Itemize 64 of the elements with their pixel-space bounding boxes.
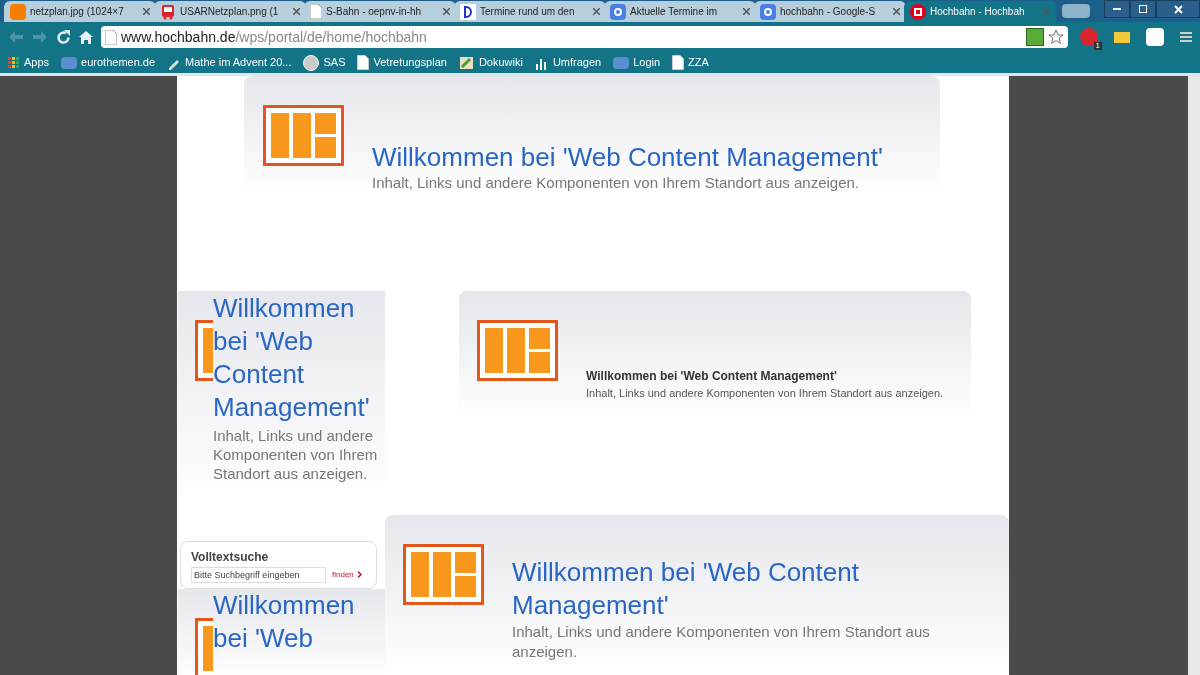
logo-icon <box>403 543 484 605</box>
star-icon[interactable] <box>1048 29 1064 45</box>
reload-icon[interactable] <box>56 29 71 45</box>
bus-icon <box>160 3 176 20</box>
close-icon[interactable] <box>893 8 900 15</box>
bookmark[interactable]: Login <box>613 54 661 71</box>
close-icon <box>1173 4 1183 14</box>
close-icon[interactable] <box>443 8 450 15</box>
bookmark[interactable]: Dokuwiki <box>458 54 523 71</box>
restore-button[interactable] <box>1130 0 1156 18</box>
chevron-icon <box>356 571 362 578</box>
close-icon[interactable] <box>593 8 600 15</box>
portlet-title: Willkommen bei 'Web Content Management' <box>372 142 883 172</box>
bookmark[interactable]: SAS <box>303 54 346 71</box>
document-icon <box>310 4 322 19</box>
document-icon <box>672 55 685 70</box>
bookmark[interactable]: Umfragen <box>534 54 602 71</box>
close-icon[interactable] <box>743 8 750 15</box>
browser-tab[interactable]: hochbahn - Google-S <box>754 1 906 22</box>
search-field[interactable]: Bitte Suchbegriff eingeben <box>191 566 326 583</box>
portlet-title: Willkommen bei 'Web <box>213 588 356 655</box>
browser-tab[interactable]: netzplan.jpg (1024×7 <box>4 1 156 22</box>
bookmark[interactable]: eurothemen.de <box>61 54 156 71</box>
logo-icon <box>263 105 344 166</box>
search-title: Volltextsuche <box>191 548 270 566</box>
address-bar[interactable]: www.hochbahn.de/wps/portal/de/home/hochbahn <box>101 26 1068 48</box>
portlet-description: Inhalt, Links und andere Komponenten von Ihrem Standort aus anzeigen. <box>512 621 931 662</box>
close-icon[interactable] <box>293 8 300 15</box>
browser-tab[interactable]: S-Bahn - oepnv-in-hh <box>304 1 456 22</box>
wiki-icon <box>458 54 475 71</box>
portlet-title: Willkommen bei 'Web Content Management' <box>512 555 860 622</box>
bookmark[interactable]: ZZA <box>672 54 709 71</box>
document-icon <box>357 55 370 70</box>
tab-title: S-Bahn - oepnv-in-hh <box>326 5 422 19</box>
minimize-button[interactable] <box>1104 0 1130 18</box>
browser-tab[interactable]: Termine rund um den <box>454 1 606 22</box>
portlet-title: Willkommen bei 'Web Content Management' <box>213 291 371 424</box>
portlet-description: Inhalt, Links und andere Komponenten von Ihrem Standort aus anzeigen. <box>213 425 379 483</box>
browser-tab[interactable]: Aktuelle Termine im <box>604 1 756 22</box>
tab-title: Termine rund um den <box>480 5 575 19</box>
portlet-title: Willkommen bei 'Web Content Management' <box>586 367 838 385</box>
tab-title: hochbahn - Google-S <box>780 5 876 19</box>
extension-badge: 1 <box>1093 42 1102 50</box>
tab-title: Aktuelle Termine im <box>630 5 718 19</box>
find-link[interactable]: finden <box>332 568 354 581</box>
tab-title: netzplan.jpg (1024×7 <box>30 5 124 19</box>
browser-tab[interactable]: USARNetzplan.png (1 <box>154 1 306 22</box>
close-icon[interactable] <box>143 8 150 15</box>
menu-icon[interactable] <box>1180 31 1192 43</box>
apps-icon <box>8 56 20 69</box>
portlet-description: Inhalt, Links und andere Komponenten von Ihrem Standort aus anzeigen. <box>372 173 860 193</box>
home-icon[interactable] <box>79 30 93 44</box>
document-icon <box>105 29 117 45</box>
bookmark[interactable]: Vetretungsplan <box>357 54 447 71</box>
tab-title: USARNetzplan.png (1 <box>180 5 279 19</box>
url-text: www.hochbahn.de/wps/portal/de/home/hochbahn <box>121 27 427 47</box>
portlet-description: Inhalt, Links und andere Komponenten von Ihrem Standort aus anzeigen. <box>586 385 944 401</box>
tab-title: Hochbahn - Hochbah <box>930 5 1025 19</box>
bookmark[interactable]: Apps <box>8 54 50 71</box>
browser-tab[interactable]: Hochbahn - Hochbah <box>904 1 1056 22</box>
scrollbar[interactable] <box>1188 76 1200 675</box>
bookmark[interactable]: Mathe im Advent 20... <box>167 54 292 71</box>
close-window-button[interactable] <box>1156 0 1200 18</box>
logo-icon <box>477 319 558 381</box>
